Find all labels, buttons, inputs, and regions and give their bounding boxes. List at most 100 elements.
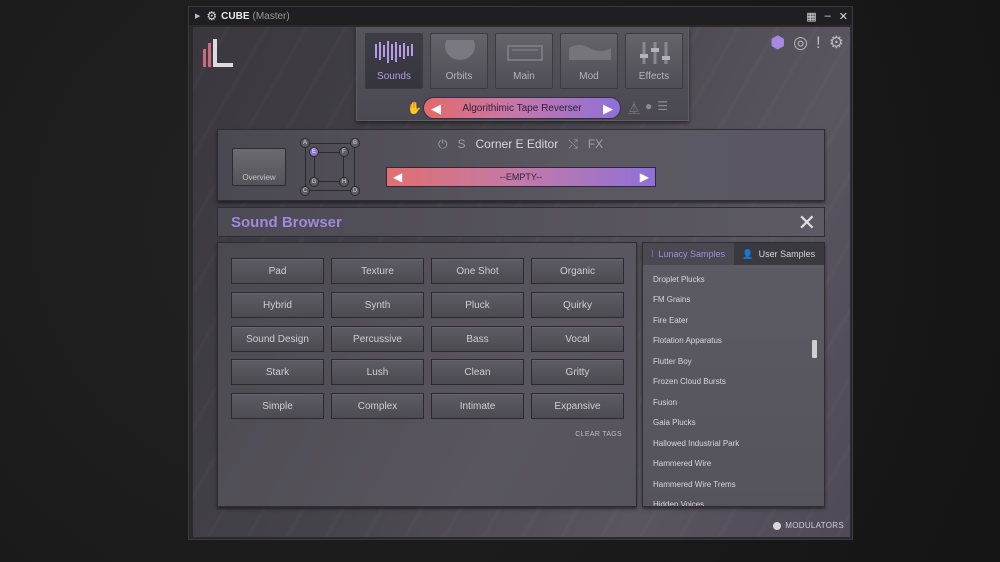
next-preset-arrow-icon[interactable]: ▶ [603,101,613,117]
tab-label: Effects [638,71,670,82]
modulators-toggle[interactable]: MODULATORS [773,521,844,530]
expand-triangle-icon[interactable]: ▶ [195,12,200,20]
prev-preset-arrow-icon[interactable]: ◀ [431,101,441,117]
detach-window-icon[interactable]: ▦ [806,10,816,23]
gear-icon[interactable]: ⚙ [206,9,217,23]
editor-title: Corner E Editor [475,137,559,151]
cube-icon[interactable]: ⬢ [770,33,785,53]
tag-clean[interactable]: Clean [431,359,524,385]
tag-pluck[interactable]: Pluck [431,292,524,318]
slot-value: --EMPTY-- [499,172,543,182]
list-item[interactable]: Hammered Wire [643,454,824,475]
list-item[interactable]: Fire Eater [643,310,824,331]
sound-browser-header: Sound Browser ✕ [217,207,825,237]
tab-label: User Samples [758,249,816,259]
tab-label: Lunacy Samples [658,249,725,259]
tag-sound-design[interactable]: Sound Design [231,326,324,352]
tag-hybrid[interactable]: Hybrid [231,292,324,318]
settings-gear-icon[interactable]: ⚙ [829,33,844,53]
funnel-icon[interactable]: ⏅ [628,99,640,116]
node-g[interactable]: G [309,177,319,187]
tag-vocal[interactable]: Vocal [531,326,624,352]
tag-gritty[interactable]: Gritty [531,359,624,385]
tag-synth[interactable]: Synth [331,292,424,318]
node-h[interactable]: H [339,177,349,187]
list-item[interactable]: Frozen Cloud Bursts [643,372,824,393]
solo-button[interactable]: S [458,137,466,151]
tag-bass[interactable]: Bass [431,326,524,352]
list-item[interactable]: Hallowed Industrial Park [643,433,824,454]
tag-texture[interactable]: Texture [331,258,424,284]
tag-one-shot[interactable]: One Shot [431,258,524,284]
tag-intimate[interactable]: Intimate [431,393,524,419]
node-a[interactable]: A [300,138,310,148]
tag-lush[interactable]: Lush [331,359,424,385]
tag-quirky[interactable]: Quirky [531,292,624,318]
tab-orbits[interactable]: Orbits [430,33,488,89]
tab-lunacy-samples[interactable]: ⦚ Lunacy Samples [643,243,734,265]
minimize-icon[interactable]: – [825,10,831,22]
corner-editor-panel: Overview A B C D E F G H ⏻ S Corner E Ed… [217,129,825,201]
node-c[interactable]: C [300,186,310,196]
tag-stark[interactable]: Stark [231,359,324,385]
globe-icon[interactable]: ◎ [793,33,808,53]
tab-mod[interactable]: Mod [560,33,618,89]
hand-icon[interactable]: ✋ [407,101,422,115]
list-item[interactable]: Gaia Plucks [643,413,824,434]
node-b[interactable]: B [350,138,360,148]
node-e[interactable]: E [309,147,319,157]
tag-pad[interactable]: Pad [231,258,324,284]
orbits-icon [445,40,475,60]
tag-simple[interactable]: Simple [231,393,324,419]
tag-complex[interactable]: Complex [331,393,424,419]
list-item[interactable]: Flotation Apparatus [643,331,824,352]
user-icon: 👤 [742,248,754,259]
scrollbar-thumb[interactable] [812,340,817,358]
modulators-dot-icon [773,521,782,530]
next-slot-arrow-icon[interactable]: ▶ [640,170,649,184]
plugin-body: Sounds Orbits Main Mod Effects ✋ ◀ Algor… [193,27,850,537]
list-item[interactable]: Fusion [643,392,824,413]
preset-selector[interactable]: ◀ Algorithimic Tape Reverser ▶ [423,97,621,119]
effects-sliders-icon [640,42,670,64]
close-icon[interactable]: ✕ [798,210,816,236]
fx-button[interactable]: FX [588,137,603,151]
tab-label: Orbits [445,71,473,82]
list-item[interactable]: Flutter Boy [643,351,824,372]
tag-organic[interactable]: Organic [531,258,624,284]
window-title: CUBE [221,10,250,22]
corner-slot-selector[interactable]: ◀ --EMPTY-- ▶ [386,167,656,187]
close-window-icon[interactable]: ✕ [839,10,848,23]
shuffle-icon[interactable]: ⤭ [568,137,578,152]
window-subtitle: (Master) [252,10,290,22]
modulators-label: MODULATORS [785,521,844,530]
list-item[interactable]: FM Grains [643,290,824,311]
lunacy-logo [203,39,233,67]
prev-slot-arrow-icon[interactable]: ◀ [393,170,402,184]
sample-list-panel: ⦚ Lunacy Samples 👤 User Samples Droplet … [642,242,825,507]
tab-main[interactable]: Main [495,33,553,89]
nav-panel: Sounds Orbits Main Mod Effects ✋ ◀ Algor… [356,27,689,121]
chat-icon[interactable]: ● [645,99,652,116]
overview-button[interactable]: Overview [232,148,286,186]
tab-sounds[interactable]: Sounds [365,33,423,89]
tab-effects[interactable]: Effects [625,33,683,89]
sound-browser-title: Sound Browser [231,214,342,231]
overview-label: Overview [242,173,276,182]
alert-icon[interactable]: ! [816,33,821,53]
list-item[interactable]: Hammered Wire Trems [643,474,824,495]
list-item[interactable]: Hidden Voices [643,495,824,506]
power-icon[interactable]: ⏻ [438,137,448,152]
mixer-icon[interactable]: ☰ [657,99,668,116]
list-item[interactable]: Droplet Plucks [643,269,824,290]
tab-user-samples[interactable]: 👤 User Samples [733,243,824,265]
tag-percussive[interactable]: Percussive [331,326,424,352]
tag-expansive[interactable]: Expansive [531,393,624,419]
corner-grid: A B C D E F G H [300,138,360,196]
main-icon [507,45,543,61]
node-f[interactable]: F [339,147,349,157]
node-d[interactable]: D [350,186,360,196]
tab-label: Mod [579,71,599,82]
tag-panel: Pad Texture One Shot Organic Hybrid Synt… [217,242,637,507]
clear-tags-button[interactable]: CLEAR TAGS [575,431,622,438]
